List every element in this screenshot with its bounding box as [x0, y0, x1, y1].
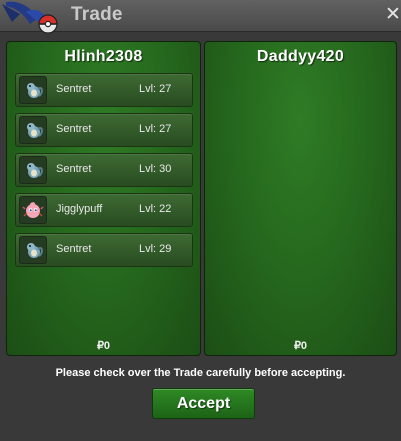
pokemon-name: Sentret [56, 123, 92, 135]
pokemon-name: Sentret [56, 83, 92, 95]
left-trade-panel: Hlinh2308 Sentret Lvl: 27 Sentret Lvl: 2… [6, 41, 201, 356]
pokemon-row[interactable]: Sentret Lvl: 30 [15, 153, 193, 187]
trade-notice: Please check over the Trade carefully be… [55, 367, 346, 379]
pokemon-name: Sentret [56, 243, 92, 255]
pokemon-row[interactable]: Jigglypuff Lvl: 22 [15, 193, 193, 227]
pokemon-row[interactable]: Sentret Lvl: 27 [15, 73, 193, 107]
pokemon-row[interactable]: Sentret Lvl: 27 [15, 113, 193, 147]
left-money: ₽0 [96, 340, 111, 352]
sentret-icon [19, 76, 47, 104]
pokeball-logo-icon [2, 1, 58, 34]
close-icon[interactable]: ✕ [385, 4, 401, 24]
pokemon-level: Lvl: 27 [139, 83, 172, 95]
left-player-name: Hlinh2308 [64, 48, 143, 65]
pokemon-row[interactable]: Sentret Lvl: 29 [15, 233, 193, 267]
pokemon-level: Lvl: 27 [139, 123, 172, 135]
sentret-icon [19, 236, 47, 264]
pokemon-name: Sentret [56, 163, 92, 175]
right-player-name: Daddyy420 [256, 48, 345, 65]
sentret-icon [19, 116, 47, 144]
title-bar[interactable]: Trade ✕ [0, 0, 401, 34]
sentret-icon [19, 156, 47, 184]
pokemon-name: Jigglypuff [56, 203, 103, 215]
pokemon-level: Lvl: 29 [139, 243, 172, 255]
window-title: Trade [71, 4, 123, 25]
right-trade-panel: Daddyy420 ₽0 [204, 41, 397, 356]
jigglypuff-icon [19, 196, 47, 224]
accept-button[interactable]: Accept [152, 388, 255, 419]
pokemon-level: Lvl: 30 [139, 163, 172, 175]
left-pokemon-list: Sentret Lvl: 27 Sentret Lvl: 27 Sentret … [15, 73, 193, 273]
pokemon-level: Lvl: 22 [139, 203, 172, 215]
trade-window: Trade ✕ Hlinh2308 Sentret Lvl: 27 Sentre… [0, 0, 401, 441]
right-money: ₽0 [293, 340, 308, 352]
